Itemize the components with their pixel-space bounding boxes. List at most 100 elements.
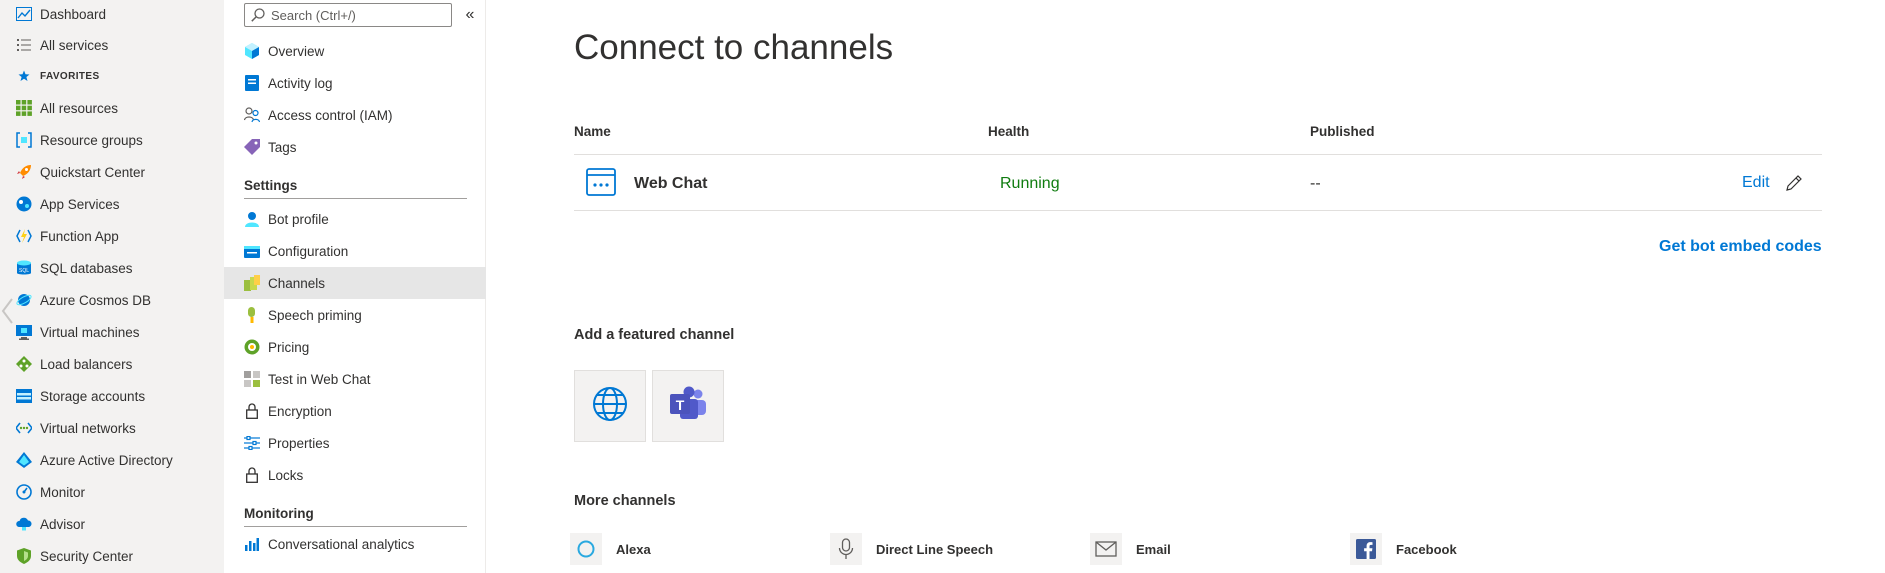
table-divider — [574, 210, 1822, 211]
shield-icon — [15, 547, 33, 565]
menu-item-label: Activity log — [268, 75, 333, 91]
featured-channel-web[interactable] — [574, 370, 646, 442]
tag-icon — [244, 139, 260, 155]
nav-item-resource-groups[interactable]: Resource groups — [15, 126, 143, 154]
channel-label: Facebook — [1396, 541, 1457, 557]
menu-item-speech-priming[interactable]: Speech priming — [224, 299, 486, 331]
nav-item-advisor[interactable]: Advisor — [15, 510, 85, 538]
facebook-icon — [1350, 533, 1382, 565]
nav-item-security-center[interactable]: Security Center — [15, 542, 133, 570]
nav-item-storage-accounts[interactable]: Storage accounts — [15, 382, 145, 410]
portal-sidebar: Dashboard All services FAVORITES All res… — [0, 0, 224, 573]
nav-item-sql-databases[interactable]: SQL SQL databases — [15, 254, 133, 282]
resource-search-input[interactable]: Search (Ctrl+/) — [244, 3, 452, 27]
nav-item-label: SQL databases — [40, 260, 133, 276]
menu-item-access-control[interactable]: Access control (IAM) — [224, 99, 486, 131]
nav-item-label: Advisor — [40, 516, 86, 532]
list-icon — [15, 36, 33, 54]
nav-item-monitor[interactable]: Monitor — [15, 478, 85, 506]
nav-item-all-resources[interactable]: All resources — [15, 94, 118, 122]
column-header-health: Health — [988, 124, 1030, 139]
function-app-icon — [15, 227, 33, 245]
menu-item-pricing[interactable]: Pricing — [224, 331, 486, 363]
channel-item-alexa[interactable]: Alexa — [570, 532, 651, 566]
menu-item-tags[interactable]: Tags — [224, 131, 486, 163]
virtual-network-icon — [15, 419, 33, 437]
featured-channel-teams[interactable]: T — [652, 370, 724, 442]
sql-database-icon: SQL — [15, 259, 33, 277]
pencil-icon[interactable] — [1785, 174, 1803, 192]
nav-item-virtual-machines[interactable]: Virtual machines — [15, 318, 140, 346]
nav-item-label: Function App — [40, 228, 119, 244]
column-header-name: Name — [574, 124, 611, 139]
menu-item-bot-profile[interactable]: Bot profile — [224, 203, 486, 235]
more-channels-title: More channels — [574, 493, 676, 509]
menu-item-label: Overview — [268, 43, 325, 59]
channel-published-value: -- — [1310, 175, 1321, 192]
grid-icon — [15, 99, 33, 117]
monitor-gauge-icon — [15, 483, 33, 501]
menu-item-label: Pricing — [268, 339, 310, 355]
nav-item-load-balancers[interactable]: Load balancers — [15, 350, 132, 378]
menu-item-test-in-web-chat[interactable]: Test in Web Chat — [224, 363, 486, 395]
channels-icon — [244, 275, 260, 291]
channel-label: Direct Line Speech — [876, 541, 994, 557]
channel-item-direct-line-speech[interactable]: Direct Line Speech — [830, 532, 993, 566]
channel-item-facebook[interactable]: Facebook — [1350, 532, 1457, 566]
channel-health-status: Running — [1000, 175, 1060, 192]
menu-item-label: Tags — [268, 139, 297, 155]
lock-icon — [244, 403, 260, 419]
nav-item-label: All resources — [40, 100, 119, 116]
configuration-icon — [244, 243, 260, 259]
menu-item-properties[interactable]: Properties — [224, 427, 486, 459]
nav-item-app-services[interactable]: App Services — [15, 190, 120, 218]
nav-item-function-app[interactable]: Function App — [15, 222, 119, 250]
bot-service-cube-icon — [244, 43, 260, 59]
menu-item-configuration[interactable]: Configuration — [224, 235, 486, 267]
collapse-menu-button[interactable]: « — [461, 5, 479, 25]
nav-item-azure-active-directory[interactable]: Azure Active Directory — [15, 446, 173, 474]
menu-item-label: Encryption — [268, 403, 332, 419]
nav-item-virtual-networks[interactable]: Virtual networks — [15, 414, 136, 442]
menu-item-label: Test in Web Chat — [268, 371, 371, 387]
channel-item-email[interactable]: Email — [1090, 532, 1171, 566]
nav-item-label: Resource groups — [40, 132, 143, 148]
menu-item-label: Speech priming — [268, 307, 362, 323]
menu-item-label: Access control (IAM) — [268, 107, 393, 123]
collapse-sidebar-handle[interactable] — [0, 296, 14, 326]
channel-name: Web Chat — [634, 175, 708, 192]
nav-item-label: All services — [40, 37, 109, 53]
menu-item-channels[interactable]: Channels — [224, 267, 486, 299]
nav-item-dashboard[interactable]: Dashboard — [15, 0, 106, 28]
activity-log-icon — [244, 75, 260, 91]
resource-group-icon — [15, 131, 33, 149]
menu-item-overview[interactable]: Overview — [224, 35, 486, 67]
monitoring-section-header: Monitoring — [244, 497, 467, 527]
get-bot-embed-codes-link[interactable]: Get bot embed codes — [1659, 238, 1822, 256]
menu-item-encryption[interactable]: Encryption — [224, 395, 486, 427]
lock-icon — [244, 467, 260, 483]
menu-item-label: Conversational analytics — [268, 536, 415, 552]
featured-channel-title: Add a featured channel — [574, 327, 735, 343]
channel-label: Alexa — [616, 541, 651, 557]
nav-item-azure-cosmos-db[interactable]: Azure Cosmos DB — [15, 286, 151, 314]
nav-item-all-services[interactable]: All services — [15, 31, 108, 59]
nav-item-label: Load balancers — [40, 356, 133, 372]
cosmos-db-icon — [15, 291, 33, 309]
nav-item-label: Dashboard — [40, 6, 107, 22]
menu-item-activity-log[interactable]: Activity log — [224, 67, 486, 99]
menu-item-locks[interactable]: Locks — [224, 459, 486, 491]
nav-item-label: Monitor — [40, 484, 86, 500]
menu-item-label: Channels — [268, 275, 326, 291]
nav-item-label: Security Center — [40, 548, 134, 564]
svg-text:T: T — [676, 397, 685, 413]
channels-page: Connect to channels Name Health Publishe… — [486, 0, 1885, 573]
nav-item-quickstart-center[interactable]: Quickstart Center — [15, 158, 145, 186]
speech-priming-icon — [244, 307, 260, 323]
test-chat-icon — [244, 371, 260, 387]
advisor-cloud-icon — [15, 515, 33, 533]
edit-channel-link[interactable]: Edit — [1742, 174, 1770, 192]
resource-menu: Search (Ctrl+/) « Overview Activity log … — [224, 0, 486, 573]
menu-item-conversational-analytics[interactable]: Conversational analytics — [224, 528, 486, 560]
menu-item-label: Properties — [268, 435, 330, 451]
